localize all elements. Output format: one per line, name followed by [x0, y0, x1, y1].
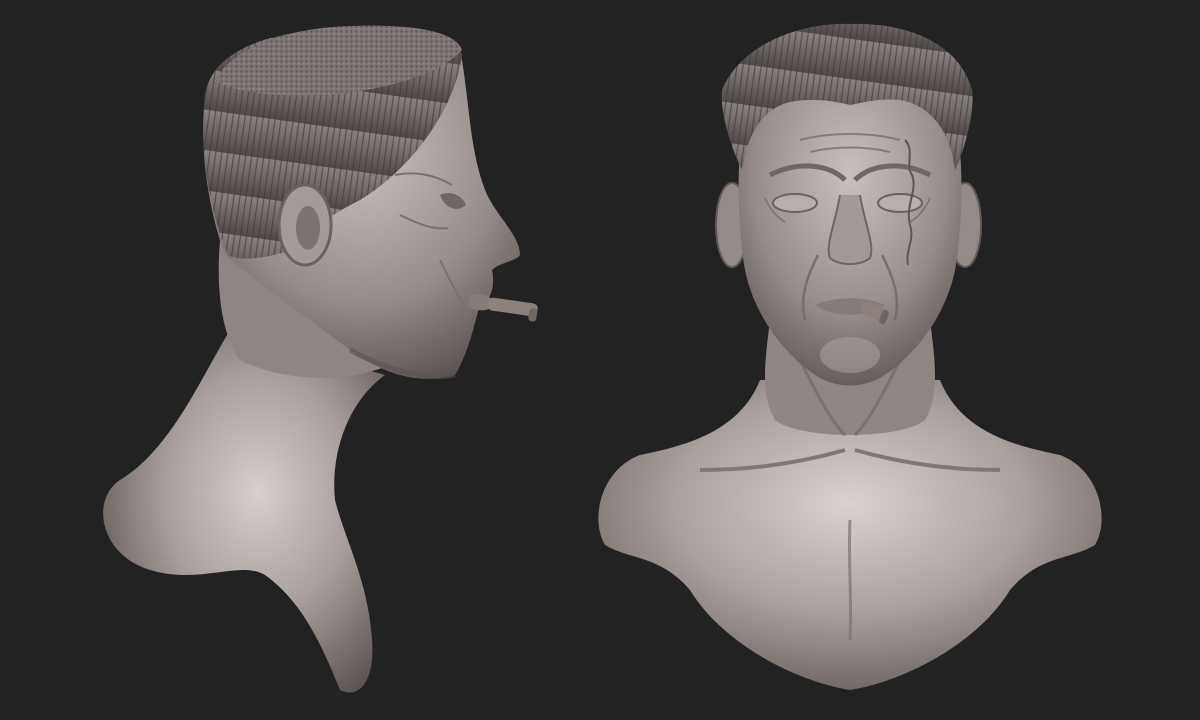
sculpt-render-canvas	[0, 0, 1200, 720]
side-profile-bust	[103, 25, 538, 693]
side-cigar	[487, 297, 538, 322]
front-eye-right	[877, 193, 923, 213]
front-eye-left	[772, 193, 818, 213]
front-view-bust	[598, 23, 1102, 690]
side-torso	[103, 330, 385, 693]
